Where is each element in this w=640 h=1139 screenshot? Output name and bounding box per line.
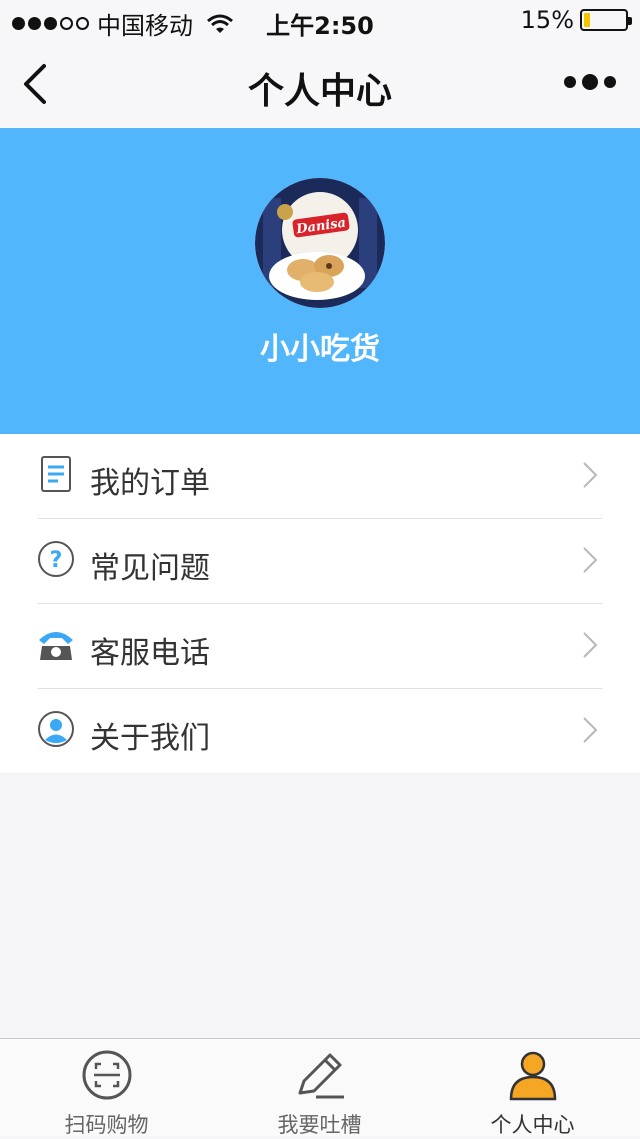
menu-item-faq[interactable]: ? 常见问题 — [0, 519, 640, 604]
menu-item-label: 客服电话 — [90, 636, 210, 671]
menu-item-about[interactable]: 关于我们 — [0, 689, 640, 774]
tab-feedback[interactable]: 我要吐槽 — [213, 1039, 426, 1137]
tab-scan-shopping[interactable]: 扫码购物 — [0, 1039, 213, 1137]
chevron-right-icon — [583, 462, 598, 488]
tab-label: 扫码购物 — [64, 1113, 149, 1137]
chevron-right-icon — [583, 632, 598, 658]
chevron-right-icon — [583, 547, 598, 573]
tab-personal-center[interactable]: 个人中心 — [426, 1039, 639, 1137]
profile-banner: Danisa 小小吃货 — [0, 128, 640, 434]
avatar-image: Danisa — [255, 178, 385, 308]
battery-fill — [584, 13, 590, 27]
person-circle-icon — [38, 711, 74, 747]
user-icon — [509, 1051, 557, 1101]
order-list-icon — [41, 456, 71, 492]
tab-bar: 扫码购物 我要吐槽 个人中心 — [0, 1038, 640, 1137]
menu-item-label: 我的订单 — [90, 466, 210, 501]
more-dots-icon — [564, 76, 576, 88]
menu-list: 我的订单 ? 常见问题 客服电话 关于我们 — [0, 434, 640, 773]
svg-text:?: ? — [50, 548, 63, 573]
menu-item-service-phone[interactable]: 客服电话 — [0, 604, 640, 689]
page-title: 个人中心 — [247, 71, 392, 112]
navigation-bar: 个人中心 — [0, 40, 640, 128]
edit-pencil-icon — [298, 1053, 344, 1099]
tab-label: 个人中心 — [490, 1113, 575, 1137]
chevron-right-icon — [583, 717, 598, 743]
avatar[interactable]: Danisa — [255, 178, 385, 308]
menu-item-label: 关于我们 — [90, 721, 210, 756]
scan-icon — [82, 1050, 132, 1100]
tab-label: 我要吐槽 — [277, 1113, 362, 1137]
battery-icon — [580, 9, 632, 31]
status-bar: 中国移动 上午2:50 15% — [0, 0, 640, 40]
question-icon: ? — [38, 541, 74, 577]
username: 小小吃货 — [260, 332, 380, 367]
telephone-icon — [39, 632, 73, 660]
menu-item-orders[interactable]: 我的订单 — [0, 434, 640, 519]
battery-percent: 15% — [520, 6, 574, 34]
status-right: 15% — [520, 6, 632, 34]
menu-item-label: 常见问题 — [90, 551, 210, 586]
more-button[interactable] — [564, 74, 616, 90]
